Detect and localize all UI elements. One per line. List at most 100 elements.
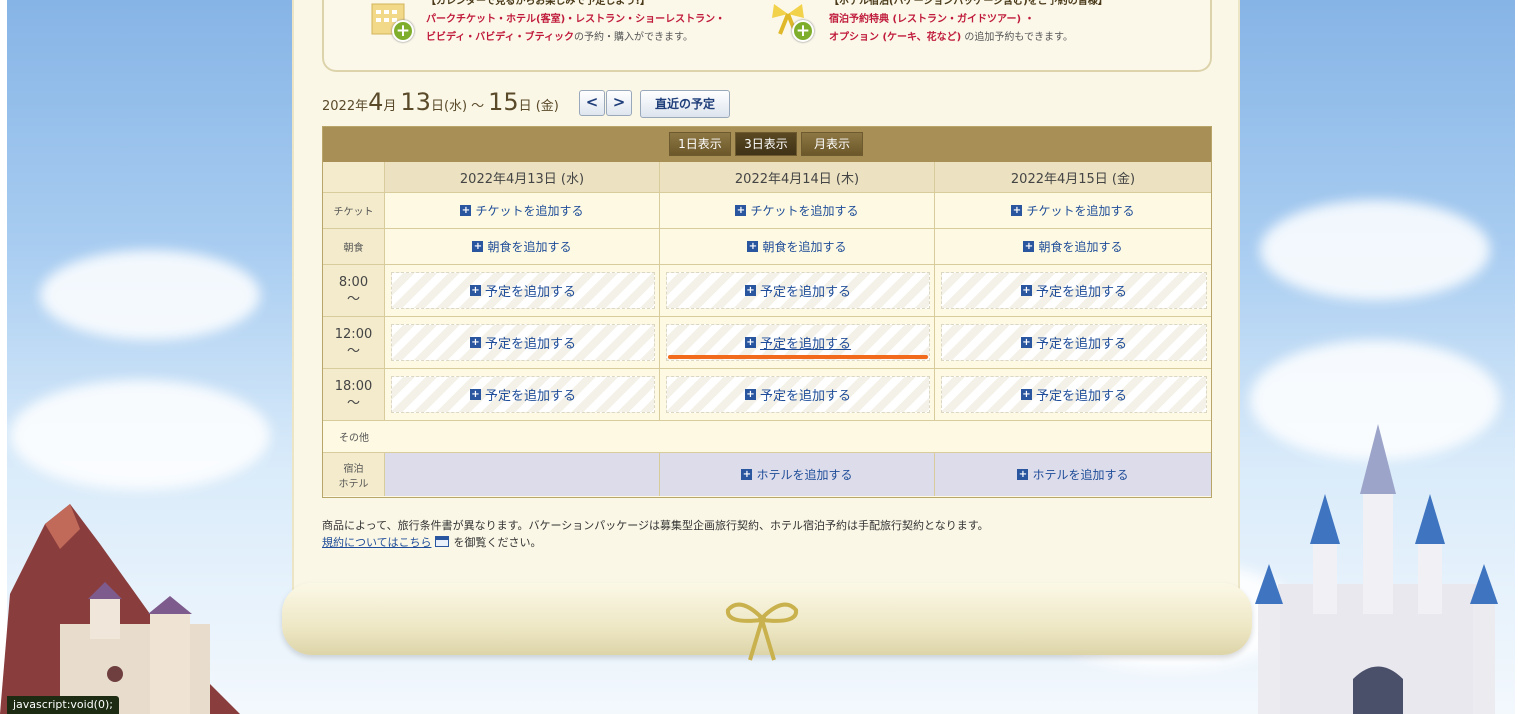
add-circle-icon: + <box>392 20 414 42</box>
hotel-cell-empty <box>385 453 660 496</box>
plus-icon: + <box>744 389 756 400</box>
banner-left-heading: 【カレンダーで見るからお楽しみで予定しよう!】 <box>426 0 650 7</box>
tab-month[interactable]: 月表示 <box>801 132 863 156</box>
breakfast-row: 朝食 + 朝食を追加する + 朝食を追加する + 朝食を追加する <box>323 228 1211 264</box>
add-breakfast-link[interactable]: + 朝食を追加する <box>472 238 572 255</box>
other-label: その他 <box>339 433 369 444</box>
start-dow: (水) <box>443 99 468 114</box>
plus-icon: + <box>469 285 481 296</box>
other-row: その他 <box>323 420 1211 452</box>
plus-icon: + <box>1023 241 1035 252</box>
terms-link[interactable]: 規約についてはこちら <box>322 536 431 549</box>
add-ticket-link[interactable]: + チケットを追加する <box>1011 202 1135 219</box>
add-plan-slot[interactable]: + 予定を追加する <box>391 324 655 361</box>
hotel-cell: + ホテルを追加する <box>660 453 935 496</box>
terms-note-line2: 規約についてはこちら を御覧ください。 <box>322 534 989 551</box>
volcano-castle-illustration <box>0 504 240 714</box>
time-label: 8:00 ～ <box>323 265 385 316</box>
time-slot-cell: + 予定を追加する <box>935 317 1211 368</box>
add-plan-link[interactable]: + 予定を追加する <box>469 281 576 300</box>
add-breakfast-link[interactable]: + 朝食を追加する <box>1023 238 1123 255</box>
add-plan-link[interactable]: + 予定を追加する <box>744 385 851 404</box>
hotel-cell: + ホテルを追加する <box>935 453 1211 496</box>
add-ticket-link[interactable]: + チケットを追加する <box>460 202 584 219</box>
time-label: 12:00 ～ <box>323 317 385 368</box>
ticket-cell: + チケットを追加する <box>385 193 660 228</box>
add-plan-link[interactable]: + 予定を追加する <box>744 333 851 352</box>
add-plan-slot[interactable]: + 予定を追加する <box>941 272 1207 309</box>
add-plan-slot[interactable]: + 予定を追加する <box>941 324 1207 361</box>
banner-right-line1: 宿泊予約特典 (レストラン・ガイドツアー) ・ <box>829 14 1035 25</box>
time-slot-row: 8:00 ～ + 予定を追加する + 予定を追加する + 予定を追加する <box>323 264 1211 316</box>
plus-icon: + <box>469 389 481 400</box>
plus-icon: + <box>1020 389 1032 400</box>
ticket-label: チケット <box>323 193 385 228</box>
plus-icon: + <box>744 285 756 296</box>
banner-right-text: 【ホテル宿泊(バケーションパッケージ含む)をご予約の皆様】 宿泊予約特典 (レス… <box>829 0 1108 47</box>
day-header: 2022年4月13日 (水) <box>385 162 660 192</box>
add-breakfast-link[interactable]: + 朝食を追加する <box>747 238 847 255</box>
breakfast-cell: + 朝食を追加する <box>660 229 935 264</box>
day-header-row: 2022年4月13日 (水) 2022年4月14日 (木) 2022年4月15日… <box>323 162 1211 192</box>
add-hotel-link[interactable]: + ホテルを追加する <box>741 466 853 483</box>
plus-icon: + <box>1017 469 1029 480</box>
castle-illustration <box>1255 424 1498 714</box>
cloud <box>10 380 270 490</box>
terms-note-line1: 商品によって、旅行条件書が異なります。バケーションパッケージは募集型企画旅行契約… <box>322 519 989 532</box>
add-plan-link[interactable]: + 予定を追加する <box>469 333 576 352</box>
time-slot-cell: + 予定を追加する <box>660 265 935 316</box>
browser-status-bar: javascript:void(0); <box>7 696 119 714</box>
plus-icon: + <box>744 337 756 348</box>
plus-icon: + <box>1020 285 1032 296</box>
time-slot-cell: + 予定を追加する <box>385 265 660 316</box>
breakfast-label: 朝食 <box>323 229 385 264</box>
banner-right-line2-bold: オプション (ケーキ、花など) <box>829 32 962 43</box>
cloud <box>1260 200 1490 300</box>
ticket-cell: + チケットを追加する <box>935 193 1211 228</box>
tab-1-day[interactable]: 1日表示 <box>669 132 731 156</box>
tab-3-day[interactable]: 3日表示 <box>735 132 797 156</box>
date-range-title: 2022年 4 月 13 日 (水) ～ 15 日 (金) <box>322 88 559 120</box>
plus-icon: + <box>472 241 484 252</box>
add-plan-link[interactable]: + 予定を追加する <box>469 385 576 404</box>
add-plan-slot[interactable]: + 予定を追加する <box>666 376 930 413</box>
add-plan-link[interactable]: + 予定を追加する <box>1020 281 1127 300</box>
breakfast-cell: + 朝食を追加する <box>385 229 660 264</box>
terms-notes: 商品によって、旅行条件書が異なります。バケーションパッケージは募集型企画旅行契約… <box>322 517 989 551</box>
time-slot-cell: + 予定を追加する <box>660 317 935 368</box>
add-plan-slot[interactable]: + 予定を追加する <box>391 272 655 309</box>
new-window-icon <box>435 536 450 547</box>
day-suffix: 日 <box>518 99 532 114</box>
banner-left-line1: パークチケット・ホテル(客室)・レストラン・ショーレストラン・ <box>426 14 726 25</box>
add-plan-link[interactable]: + 予定を追加する <box>1020 333 1127 352</box>
time-slot-cell: + 予定を追加する <box>385 317 660 368</box>
hotel-row: 宿泊 ホテル + ホテルを追加する + ホテルを追加する <box>323 452 1211 496</box>
add-plan-slot[interactable]: + 予定を追加する <box>391 376 655 413</box>
day-suffix: 日 <box>430 99 444 114</box>
add-hotel-link[interactable]: + ホテルを追加する <box>1017 466 1129 483</box>
next-button[interactable]: > <box>606 90 632 116</box>
plus-icon: + <box>735 205 747 216</box>
add-plan-link[interactable]: + 予定を追加する <box>1020 385 1127 404</box>
time-slot-row: 12:00 ～ + 予定を追加する + 予定を追加する + 予定を追加する <box>323 316 1211 368</box>
add-plan-link[interactable]: + 予定を追加する <box>744 281 851 300</box>
cloud <box>40 250 260 340</box>
terms-note-rest: を御覧ください。 <box>453 536 542 549</box>
day-header: 2022年4月14日 (木) <box>660 162 935 192</box>
day-header: 2022年4月15日 (金) <box>935 162 1211 192</box>
time-slot-cell: + 予定を追加する <box>660 369 935 420</box>
time-slot-cell: + 予定を追加する <box>935 369 1211 420</box>
prev-button[interactable]: < <box>579 90 605 116</box>
plus-icon: + <box>469 337 481 348</box>
add-ticket-link[interactable]: + チケットを追加する <box>735 202 859 219</box>
start-month: 4 <box>368 88 384 116</box>
plus-icon: + <box>747 241 759 252</box>
add-plan-slot[interactable]: + 予定を追加する <box>941 376 1207 413</box>
add-circle-icon: + <box>792 20 814 42</box>
add-plan-slot[interactable]: + 予定を追加する <box>666 272 930 309</box>
info-banner: + 【カレンダーで見るからお楽しみで予定しよう!】 パークチケット・ホテル(客室… <box>322 0 1212 72</box>
month-suffix: 月 <box>383 99 397 114</box>
recent-schedule-button[interactable]: 直近の予定 <box>640 90 730 118</box>
ticket-row: チケット + チケットを追加する + チケットを追加する + チケットを追加する <box>323 192 1211 228</box>
plus-icon: + <box>1011 205 1023 216</box>
